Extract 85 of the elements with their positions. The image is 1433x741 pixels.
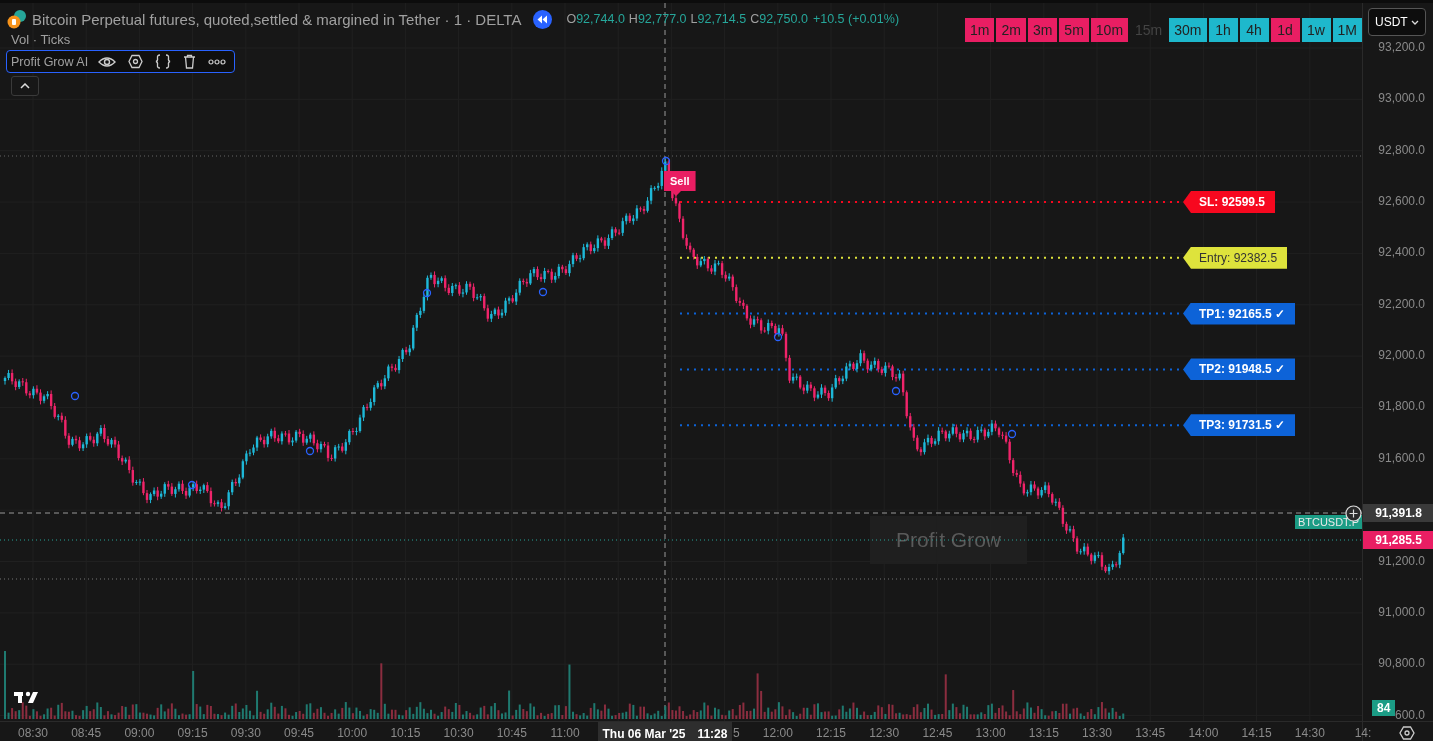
chart-title: Bitcoin Perpetual futures, quoted,settled & margined in Tether · 1 · DELTA — [32, 10, 522, 28]
price-axis-label: 600.0 — [1394, 707, 1425, 721]
price-axis-label: 92,200.0 — [1378, 296, 1425, 311]
trash-icon[interactable] — [183, 54, 197, 69]
level-label: TP2: 91948.5 ✓ — [1183, 358, 1296, 381]
time-axis-label: 12:15 — [816, 726, 846, 740]
timeframe-button[interactable]: 2m — [996, 18, 1026, 42]
time-axis-label: 12:45 — [922, 726, 953, 740]
volume-badge: 84 — [1372, 700, 1396, 716]
price-axis-label: 93,000.0 — [1378, 91, 1425, 106]
price-axis-label: 91,000.0 — [1378, 604, 1425, 619]
price-badge: 91,285.5 — [1363, 531, 1433, 549]
time-axis-label: 10:30 — [443, 726, 474, 740]
time-axis-label: 13:45 — [1135, 726, 1166, 740]
time-axis-label: 10:15 — [390, 726, 421, 740]
volume-legend: Vol · Ticks — [11, 32, 71, 47]
time-axis-label: 14:15 — [1241, 726, 1272, 740]
time-axis-label: 08:45 — [71, 726, 102, 740]
time-axis-label: 09:45 — [284, 726, 314, 740]
code-braces-icon[interactable] — [155, 54, 172, 69]
timeframe-button[interactable]: 10m — [1090, 18, 1129, 42]
time-axis-label: 5 — [733, 726, 740, 740]
timeframe-button[interactable]: 1m — [965, 18, 995, 42]
timeframe-button[interactable]: 5m — [1059, 18, 1089, 42]
ohlc-value: 92,777.0 — [637, 12, 687, 26]
ohlc-value: 92,714.5 — [697, 12, 747, 26]
price-axis-label: 92,800.0 — [1378, 142, 1425, 157]
time-axis-label: 14: — [1354, 726, 1372, 740]
time-axis-label: 12:30 — [869, 726, 900, 740]
level-label: TP1: 92165.5 ✓ — [1183, 302, 1296, 325]
price-axis-label: 91,800.0 — [1378, 399, 1425, 414]
eye-icon[interactable] — [98, 54, 117, 69]
timeframe-button[interactable]: 3m — [1027, 18, 1058, 42]
timeframe-button[interactable]: 1M — [1332, 18, 1362, 42]
coin-logo-icon — [6, 9, 28, 29]
profit-grow-label: Profit Grow — [870, 516, 1027, 564]
ohlc-value: 92,744.0 — [576, 12, 625, 26]
time-axis-label: 14:30 — [1294, 726, 1325, 740]
time-axis-label: 11:00 — [550, 726, 580, 740]
level-label: SL: 92599.5 — [1183, 191, 1276, 213]
currency-dropdown[interactable]: USDT — [1368, 8, 1426, 36]
crosshair-time: 11:28 — [697, 726, 728, 741]
collapse-button[interactable] — [11, 76, 39, 96]
price-change: +10.5 (+0.01%) — [812, 12, 900, 26]
timeframe-button[interactable]: 30m — [1169, 18, 1207, 42]
time-axis-label: 13:00 — [975, 726, 1006, 740]
tradingview-logo-icon[interactable] — [14, 691, 38, 703]
ohlc-label: L — [690, 12, 698, 26]
time-axis-label: 08:30 — [18, 726, 48, 740]
time-axis-label: 14:00 — [1188, 726, 1219, 740]
price-axis-label: 92,600.0 — [1378, 194, 1425, 209]
timeframe-button[interactable]: 1w — [1301, 18, 1331, 42]
level-label: TP3: 91731.5 ✓ — [1183, 414, 1296, 437]
price-axis-label: 90,800.0 — [1378, 656, 1425, 671]
time-axis-label: 13:15 — [1028, 726, 1059, 740]
chevron-down-icon — [1411, 19, 1419, 25]
crosshair-date: Thu 06 Mar '25 — [602, 726, 686, 741]
caret-icon — [20, 83, 30, 89]
price-axis-label: 91,200.0 — [1378, 553, 1425, 568]
time-axis-label: 10:00 — [337, 726, 368, 740]
price-axis-label: 91,600.0 — [1378, 450, 1425, 465]
level-label: Entry: 92382.5 — [1183, 246, 1288, 269]
time-axis-label: 10:45 — [496, 726, 527, 740]
price-axis-label: 93,200.0 — [1378, 40, 1425, 54]
ohlc-label: O — [566, 12, 577, 26]
settings-icon[interactable] — [128, 54, 144, 69]
settings-icon[interactable] — [1399, 725, 1415, 741]
more-icon[interactable] — [208, 58, 227, 65]
time-axis-label: 09:15 — [177, 726, 208, 740]
indicator-name: Profit Grow AI — [11, 54, 89, 69]
time-axis-label: 12:00 — [762, 726, 793, 740]
rewind-icon[interactable] — [533, 9, 553, 29]
price-badge: 91,391.8 — [1363, 504, 1433, 522]
timeframe-button[interactable]: 1h — [1208, 18, 1238, 42]
timeframe-button[interactable]: 4h — [1239, 18, 1269, 42]
timeframe-button[interactable]: 1d — [1270, 18, 1300, 42]
price-axis-label: 92,400.0 — [1378, 245, 1425, 260]
ohlc-label: C — [750, 12, 760, 26]
ohlc-label: H — [628, 12, 638, 26]
time-axis-label: 09:00 — [124, 726, 155, 740]
ohlc-value: 92,750.0 — [759, 12, 808, 26]
time-axis-label: 13:30 — [1082, 726, 1112, 740]
time-axis-label: 09:30 — [230, 726, 261, 740]
price-axis-label: 92,000.0 — [1378, 348, 1425, 363]
sell-signal-label: Sell — [664, 171, 696, 196]
